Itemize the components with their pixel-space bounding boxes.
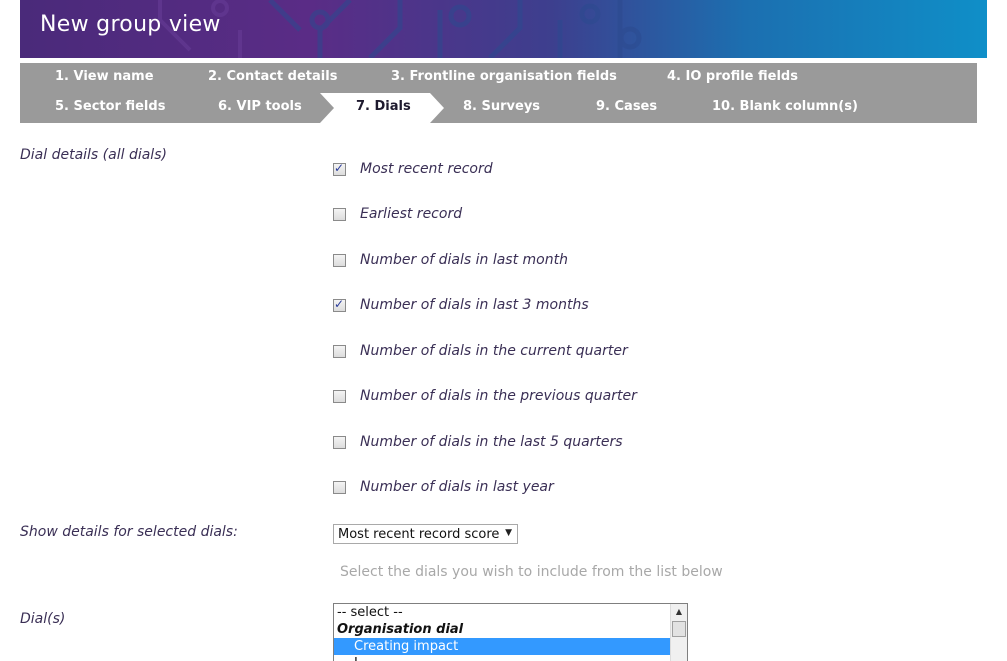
dropdown-value: Most recent record score <box>338 527 500 542</box>
list-option-creating-impact[interactable]: Creating impact <box>334 638 670 655</box>
checkbox[interactable] <box>333 253 346 267</box>
list-option-select[interactable]: -- select -- <box>334 604 670 621</box>
list-group-organisation-dial: Organisation dial <box>337 622 464 637</box>
tab-dials[interactable]: 7. Dials <box>356 99 411 114</box>
dials-listbox[interactable]: -- select -- Organisation dial Creating … <box>333 603 688 661</box>
tab-frontline-organisation-fields[interactable]: 3. Frontline organisation fields <box>391 69 617 84</box>
option-most-recent-record[interactable]: Most recent record <box>333 161 493 177</box>
scrollbar-thumb[interactable] <box>672 621 686 637</box>
chevron-down-icon: ▼ <box>505 528 512 538</box>
tab-blank-columns[interactable]: 10. Blank column(s) <box>712 99 858 114</box>
tab-view-name[interactable]: 1. View name <box>55 69 154 84</box>
checkbox-label: Number of dials in last 3 months <box>360 297 589 313</box>
dials-label: Dial(s) <box>20 611 66 627</box>
tab-cases[interactable]: 9. Cases <box>596 99 657 114</box>
checkbox-label: Most recent record <box>360 161 493 177</box>
option-dials-last-month[interactable]: Number of dials in last month <box>333 252 568 268</box>
checkbox-label: Number of dials in last year <box>360 479 554 495</box>
selected-dials-label: Show details for selected dials: <box>20 524 238 540</box>
tab-sector-fields[interactable]: 5. Sector fields <box>55 99 165 114</box>
checkbox[interactable] <box>333 207 346 221</box>
checkbox-label: Number of dials in the current quarter <box>360 343 628 359</box>
checkbox-label: Number of dials in the last 5 quarters <box>360 434 623 450</box>
tab-contact-details[interactable]: 2. Contact details <box>208 69 337 84</box>
option-dials-last-5-quarters[interactable]: Number of dials in the last 5 quarters <box>333 434 623 450</box>
checkbox-label: Number of dials in the previous quarter <box>360 388 637 404</box>
checkbox[interactable] <box>333 389 346 403</box>
dials-hint-text: Select the dials you wish to include fro… <box>340 564 723 580</box>
checkbox[interactable] <box>333 297 346 312</box>
page-title: New group view <box>40 12 221 37</box>
option-earliest-record[interactable]: Earliest record <box>333 206 462 222</box>
checkbox-label: Number of dials in last month <box>360 252 568 268</box>
dial-details-label: Dial details (all dials) <box>20 147 167 163</box>
option-dials-last-year[interactable]: Number of dials in last year <box>333 479 554 495</box>
checkbox[interactable] <box>333 435 346 449</box>
selected-dials-dropdown[interactable]: Most recent record score ▼ <box>333 524 518 544</box>
tab-io-profile-fields[interactable]: 4. IO profile fields <box>667 69 798 84</box>
checkbox[interactable] <box>333 161 346 176</box>
option-dials-previous-quarter[interactable]: Number of dials in the previous quarter <box>333 388 637 404</box>
header-banner: New group view <box>20 0 987 58</box>
scroll-up-icon[interactable]: ▲ <box>671 604 687 620</box>
list-option[interactable]: L <box>334 655 670 661</box>
tab-surveys[interactable]: 8. Surveys <box>463 99 540 114</box>
option-dials-current-quarter[interactable]: Number of dials in the current quarter <box>333 343 628 359</box>
checkbox-label: Earliest record <box>360 206 463 222</box>
tab-vip-tools[interactable]: 6. VIP tools <box>218 99 302 114</box>
checkbox[interactable] <box>333 344 346 358</box>
checkbox[interactable] <box>333 480 346 494</box>
wizard-tabs: 1. View name 2. Contact details 3. Front… <box>20 63 977 123</box>
option-dials-last-3-months[interactable]: Number of dials in last 3 months <box>333 297 589 313</box>
listbox-scrollbar[interactable]: ▲ <box>670 604 687 661</box>
